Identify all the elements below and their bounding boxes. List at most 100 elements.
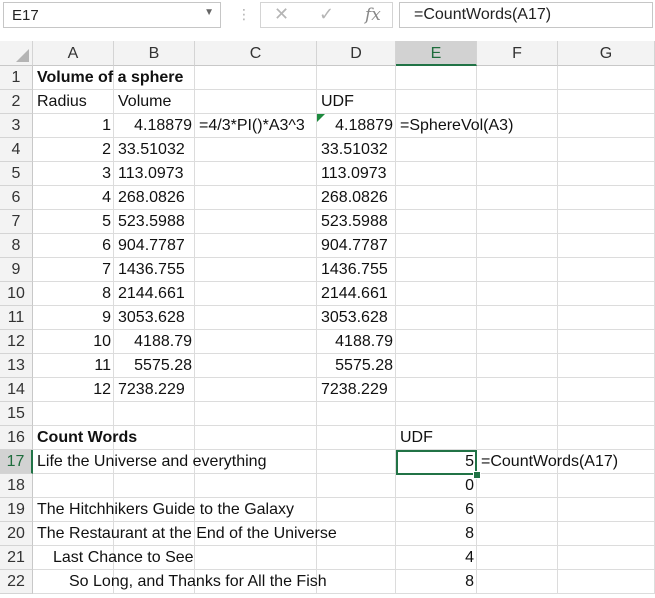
row-header-1[interactable]: 1 xyxy=(0,66,33,90)
cell-f9[interactable] xyxy=(477,258,558,282)
cell-f2[interactable] xyxy=(477,90,558,114)
cell-f7[interactable] xyxy=(477,210,558,234)
cell-e15[interactable] xyxy=(396,402,477,426)
cell-g12[interactable] xyxy=(558,330,655,354)
cell-c10[interactable] xyxy=(195,282,317,306)
row-header-15[interactable]: 15 xyxy=(0,402,33,426)
cell-g1[interactable] xyxy=(558,66,655,90)
column-header-e[interactable]: E xyxy=(396,41,477,66)
cell-c21[interactable] xyxy=(195,546,317,570)
cell-g15[interactable] xyxy=(558,402,655,426)
cell-g10[interactable] xyxy=(558,282,655,306)
cell-d19[interactable] xyxy=(317,498,396,522)
cell-g4[interactable] xyxy=(558,138,655,162)
cell-f21[interactable] xyxy=(477,546,558,570)
cell-d16[interactable] xyxy=(317,426,396,450)
cell-c14[interactable] xyxy=(195,378,317,402)
row-header-16[interactable]: 16 xyxy=(0,426,33,450)
cell-d22[interactable] xyxy=(317,570,396,594)
cell-e2[interactable] xyxy=(396,90,477,114)
column-header-a[interactable]: A xyxy=(33,41,114,66)
row-header-7[interactable]: 7 xyxy=(0,210,33,234)
cell-e8[interactable] xyxy=(396,234,477,258)
cell-e12[interactable] xyxy=(396,330,477,354)
formula-warning-indicator[interactable] xyxy=(317,114,325,122)
cell-c18[interactable] xyxy=(195,474,317,498)
row-header-2[interactable]: 2 xyxy=(0,90,33,114)
cell-b18[interactable] xyxy=(114,474,195,498)
column-header-f[interactable]: F xyxy=(477,41,558,66)
cell-f4[interactable] xyxy=(477,138,558,162)
cell-g5[interactable] xyxy=(558,162,655,186)
cell-f10[interactable] xyxy=(477,282,558,306)
cell-g13[interactable] xyxy=(558,354,655,378)
cell-d1[interactable] xyxy=(317,66,396,90)
cell-e10[interactable] xyxy=(396,282,477,306)
cell-f15[interactable] xyxy=(477,402,558,426)
cell-g6[interactable] xyxy=(558,186,655,210)
cell-e11[interactable] xyxy=(396,306,477,330)
cell-c12[interactable] xyxy=(195,330,317,354)
cell-f11[interactable] xyxy=(477,306,558,330)
formula-input[interactable]: =CountWords(A17) xyxy=(399,2,653,28)
cell-e7[interactable] xyxy=(396,210,477,234)
row-header-3[interactable]: 3 xyxy=(0,114,33,138)
row-header-17[interactable]: 17 xyxy=(0,450,33,474)
cell-d21[interactable] xyxy=(317,546,396,570)
row-header-19[interactable]: 19 xyxy=(0,498,33,522)
cell-c15[interactable] xyxy=(195,402,317,426)
chevron-down-icon[interactable]: ▼ xyxy=(204,7,214,18)
cell-c11[interactable] xyxy=(195,306,317,330)
column-header-g[interactable]: G xyxy=(558,41,655,66)
cell-e1[interactable] xyxy=(396,66,477,90)
cell-e6[interactable] xyxy=(396,186,477,210)
row-header-5[interactable]: 5 xyxy=(0,162,33,186)
row-header-11[interactable]: 11 xyxy=(0,306,33,330)
cell-g21[interactable] xyxy=(558,546,655,570)
cell-f13[interactable] xyxy=(477,354,558,378)
column-header-b[interactable]: B xyxy=(114,41,195,66)
column-header-c[interactable]: C xyxy=(195,41,317,66)
insert-function-icon[interactable]: fx xyxy=(365,5,381,25)
cell-g3[interactable] xyxy=(558,114,655,138)
row-header-14[interactable]: 14 xyxy=(0,378,33,402)
cell-b15[interactable] xyxy=(114,402,195,426)
cell-e4[interactable] xyxy=(396,138,477,162)
cell-g11[interactable] xyxy=(558,306,655,330)
cell-d17[interactable] xyxy=(317,450,396,474)
cell-g20[interactable] xyxy=(558,522,655,546)
cell-e14[interactable] xyxy=(396,378,477,402)
cell-e13[interactable] xyxy=(396,354,477,378)
cell-g8[interactable] xyxy=(558,234,655,258)
cell-c7[interactable] xyxy=(195,210,317,234)
cell-g9[interactable] xyxy=(558,258,655,282)
cell-g7[interactable] xyxy=(558,210,655,234)
cell-g22[interactable] xyxy=(558,570,655,594)
cell-f18[interactable] xyxy=(477,474,558,498)
cell-f5[interactable] xyxy=(477,162,558,186)
cell-c1[interactable] xyxy=(195,66,317,90)
cell-g16[interactable] xyxy=(558,426,655,450)
row-header-12[interactable]: 12 xyxy=(0,330,33,354)
row-header-6[interactable]: 6 xyxy=(0,186,33,210)
name-box[interactable]: E17 ▼ xyxy=(3,2,221,28)
row-header-9[interactable]: 9 xyxy=(0,258,33,282)
cell-c13[interactable] xyxy=(195,354,317,378)
cell-g14[interactable] xyxy=(558,378,655,402)
cell-f22[interactable] xyxy=(477,570,558,594)
row-header-18[interactable]: 18 xyxy=(0,474,33,498)
cell-g18[interactable] xyxy=(558,474,655,498)
cell-a18[interactable] xyxy=(33,474,114,498)
row-header-4[interactable]: 4 xyxy=(0,138,33,162)
row-header-10[interactable]: 10 xyxy=(0,282,33,306)
drag-handle-icon[interactable]: ⋮ xyxy=(237,6,251,22)
cell-g19[interactable] xyxy=(558,498,655,522)
row-header-22[interactable]: 22 xyxy=(0,570,33,594)
cell-c9[interactable] xyxy=(195,258,317,282)
cell-f14[interactable] xyxy=(477,378,558,402)
cell-f6[interactable] xyxy=(477,186,558,210)
row-header-8[interactable]: 8 xyxy=(0,234,33,258)
cell-e9[interactable] xyxy=(396,258,477,282)
cell-f19[interactable] xyxy=(477,498,558,522)
fill-handle[interactable] xyxy=(473,471,481,479)
